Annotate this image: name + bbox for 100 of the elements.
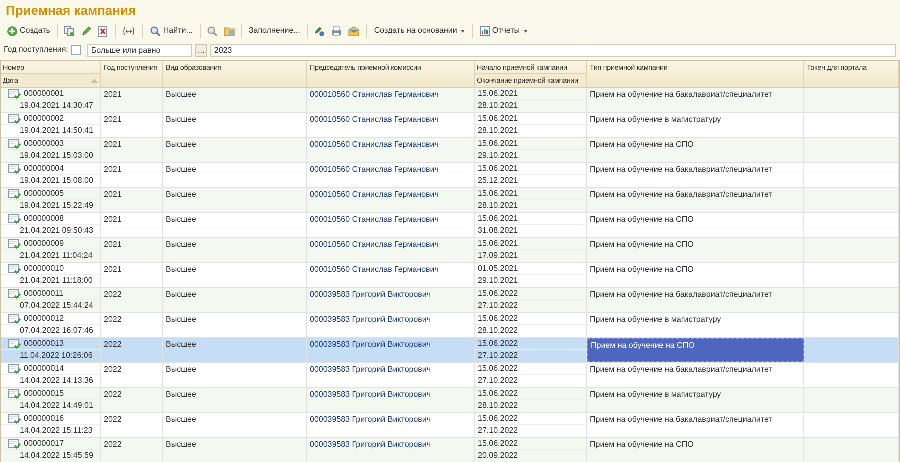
table-cell-text: 28.10.2021 <box>477 125 520 137</box>
table-cell-text: 27.10.2022 <box>477 350 520 362</box>
table-cell: Прием на обучение в магистратуру <box>587 388 804 412</box>
table-cell: 2022 <box>101 413 163 437</box>
checkbox[interactable] <box>71 45 82 55</box>
chart-icon <box>480 26 490 36</box>
copy-icon[interactable] <box>62 24 78 38</box>
table-cell-text: 17.09.2021 <box>477 250 520 262</box>
table-cell: 15.06.2022 <box>475 288 586 300</box>
document-icon <box>8 388 21 398</box>
table-cell: 000000013 <box>24 338 64 348</box>
table-cell: 15.06.2021 <box>475 138 586 150</box>
table-cell: 15.06.2021 <box>475 113 586 125</box>
document-icon <box>8 188 21 198</box>
document-icon <box>8 114 21 124</box>
table-cell: Высшее <box>163 288 307 312</box>
table-cell: 15.06.2021 <box>475 163 586 175</box>
table-cell: Высшее <box>163 363 307 387</box>
comparison-field[interactable]: Больше или равно <box>87 44 192 56</box>
table-cell[interactable]: 000039583 Григорий Викторович <box>307 313 475 337</box>
toolbar-button[interactable]: Заполнение... <box>246 24 304 38</box>
table-cell[interactable]: 000010560 Станислав Германович <box>307 238 475 262</box>
table-cell: 2022 <box>101 288 163 312</box>
table-cell: 2022 <box>101 438 163 462</box>
table-cell-text: 19.04.2021 14:30:47 <box>19 100 94 112</box>
table-row[interactable]: 000000017 14.04.2022 15:45:59 2022 Высшее 000039583 Григорий Викторович 15.06.2022 20.09.2022 Прием на обучение на СПО <box>1 438 899 462</box>
table-cell[interactable]: 000010560 Станислав Германович <box>307 213 475 237</box>
table-cell-text: 29.10.2021 <box>477 275 520 287</box>
table-cell[interactable]: 000010560 Станислав Германович <box>307 88 475 112</box>
table-cell[interactable]: 000039583 Григорий Викторович <box>307 338 475 362</box>
table-cell: Прием на обучение на СПО <box>587 263 804 287</box>
table-cell[interactable]: 000039583 Григорий Викторович <box>307 413 475 437</box>
table-row[interactable]: 000000003 19.04.2021 15:03:00 2021 Высшее 000010560 Станислав Германович 15.06.2021 29.10.2021 Прием на обучение на СПО <box>1 138 899 163</box>
choose-button[interactable]: ... <box>195 44 208 56</box>
document-icon <box>8 314 21 324</box>
table-row[interactable]: 000000005 19.04.2021 15:22:49 2021 Высшее 000010560 Станислав Германович 15.06.2021 28.10.2021 Прием на обучение на бакалавриат/специалитет <box>1 188 899 213</box>
toolbar-button[interactable]: Создать <box>4 24 54 38</box>
table-cell: 000000016 <box>24 414 64 424</box>
document-icon <box>8 364 21 374</box>
document-icon <box>8 438 21 448</box>
folder-icon[interactable] <box>222 24 237 38</box>
table-cell: Высшее <box>163 88 307 112</box>
table-cell-text: 21.04.2021 11:04:24 <box>19 250 94 262</box>
table-cell: 2021 <box>101 163 163 187</box>
table-cell: Прием на обучение на бакалавриат/специалитет <box>587 88 804 112</box>
table-cell: 000000010 <box>24 264 64 274</box>
table-cell[interactable]: 000010560 Станислав Германович <box>307 113 475 137</box>
value-field[interactable]: 2023 <box>210 44 896 56</box>
table-cell[interactable]: 000010560 Станислав Германович <box>307 188 475 212</box>
table-cell: 15.06.2022 <box>475 413 586 425</box>
table-cell: 000000015 <box>24 388 64 398</box>
table-cell: 15.06.2022 <box>475 438 586 450</box>
table-cell: 000000003 <box>24 138 64 148</box>
table-cell: 000000012 <box>24 314 64 324</box>
document-icon <box>8 288 21 298</box>
table-cell[interactable]: 000010560 Станислав Германович <box>307 163 475 187</box>
table-row[interactable]: 000000015 14.04.2022 14:49:01 2022 Высшее 000039583 Григорий Викторович 15.06.2022 28.10.2022 Прием на обучение в магистратуру <box>1 388 899 413</box>
table-cell-text: 07.04.2022 16:07:46 <box>19 325 94 337</box>
table-cell-text: 27.10.2022 <box>477 425 520 437</box>
filter-label: Год поступления: <box>4 44 68 56</box>
table-cell[interactable]: 000039583 Григорий Викторович <box>307 363 475 387</box>
table-cell[interactable]: 000010560 Станислав Германович <box>307 263 475 287</box>
table-cell-text: 28.10.2021 <box>477 100 520 112</box>
table-cell-text: 19.04.2021 14:50:41 <box>19 125 94 137</box>
table-cell: Прием на обучение в магистратуру <box>587 313 804 337</box>
table-cell: Высшее <box>163 188 307 212</box>
table-cell: 2022 <box>101 388 163 412</box>
menu-button[interactable]: Отчеты <box>477 24 531 38</box>
table-cell: Прием на обучение на СПО <box>587 338 804 362</box>
pen-icon[interactable] <box>312 24 328 38</box>
table-cell-text: 19.04.2021 15:22:49 <box>19 200 94 212</box>
table-cell[interactable]: 000039583 Григорий Викторович <box>307 438 475 462</box>
table-row[interactable]: 000000009 21.04.2021 11:04:24 2021 Высшее 000010560 Станислав Германович 15.06.2021 17.09.2021 Прием на обучение на СПО <box>1 238 899 263</box>
table-cell-text: 19.04.2021 15:03:00 <box>19 150 94 162</box>
table-cell: Высшее <box>163 238 307 262</box>
document-icon <box>8 238 21 248</box>
envelope-icon[interactable] <box>346 24 362 38</box>
table-cell-text: 14.04.2022 15:11:23 <box>19 425 94 437</box>
table-cell-text: 14.04.2022 14:49:01 <box>19 400 94 412</box>
menu-button[interactable]: Создать на основании <box>371 24 468 38</box>
table-cell: 2021 <box>101 238 163 262</box>
table-cell-text: 25.12.2021 <box>477 175 520 187</box>
table-cell: 2021 <box>101 263 163 287</box>
table-cell: Высшее <box>163 213 307 237</box>
table-cell: Высшее <box>163 138 307 162</box>
table-row[interactable]: 000000013 11.04.2022 10:26:06 2022 Высшее 000039583 Григорий Викторович 15.06.2022 27.10.2022 Прием на обучение на СПО <box>1 338 899 363</box>
table-cell[interactable]: 000039583 Григорий Викторович <box>307 388 475 412</box>
search-icon[interactable] <box>204 24 220 38</box>
table-cell[interactable]: 000039583 Григорий Викторович <box>307 288 475 312</box>
table-cell[interactable]: 000010560 Станислав Германович <box>307 138 475 162</box>
table-cell-text: 28.10.2022 <box>477 325 520 337</box>
table-cell: 000000011 <box>24 288 64 298</box>
toolbar-button[interactable]: Найти... <box>147 24 196 38</box>
table-cell: 15.06.2021 <box>475 188 586 200</box>
table-row[interactable]: 000000011 07.04.2022 15:44:24 2022 Высшее 000039583 Григорий Викторович 15.06.2022 27.10.2022 Прием на обучение на бакалавриат/специалитет <box>1 288 899 313</box>
table-cell: Высшее <box>163 113 307 137</box>
table-row[interactable]: 000000001 19.04.2021 14:30:47 2021 Высшее 000010560 Станислав Германович 15.06.2021 28.10.2021 Прием на обучение на бакалавриат/специалитет <box>1 88 899 113</box>
table-cell-text: 20.09.2022 <box>477 450 520 462</box>
table-cell-text: 28.10.2021 <box>477 200 520 212</box>
table-cell-text: 21.04.2021 11:18:00 <box>19 275 94 287</box>
